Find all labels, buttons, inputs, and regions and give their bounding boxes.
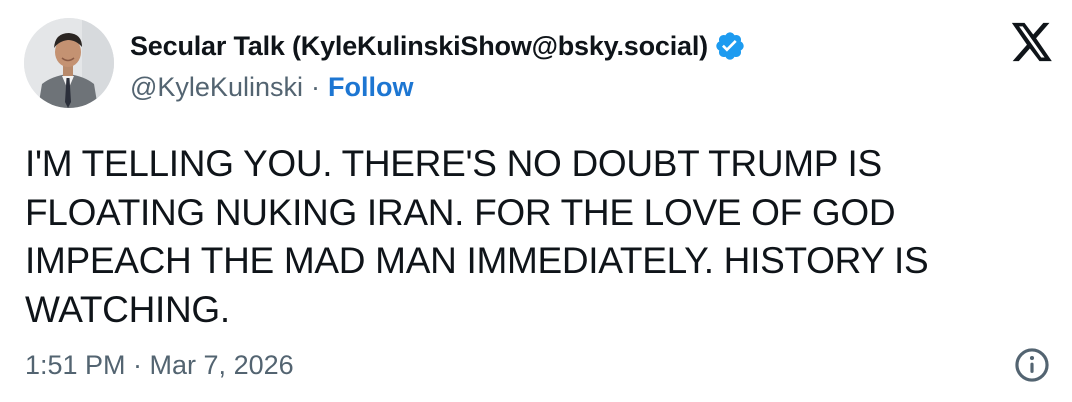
verified-badge-icon: [714, 30, 746, 62]
author-name-row: Secular Talk (KyleKulinskiShow@bsky.soci…: [130, 24, 746, 68]
separator-dot: ·: [310, 71, 320, 102]
author-handle[interactable]: @KyleKulinski: [130, 72, 303, 103]
info-icon[interactable]: [1013, 346, 1051, 384]
tweet-text: I'M TELLING YOU. THERE'S NO DOUBT TRUMP …: [25, 143, 929, 330]
author-handle-row: @KyleKulinski · Follow: [130, 66, 413, 108]
x-logo-icon[interactable]: [1010, 22, 1054, 62]
author-display-name[interactable]: Secular Talk (KyleKulinskiShow@bsky.soci…: [130, 31, 708, 62]
avatar[interactable]: [24, 18, 114, 108]
follow-button[interactable]: Follow: [328, 72, 413, 103]
profile-photo: [24, 18, 114, 108]
tweet-timestamp[interactable]: 1:51 PM · Mar 7, 2026: [25, 344, 294, 386]
